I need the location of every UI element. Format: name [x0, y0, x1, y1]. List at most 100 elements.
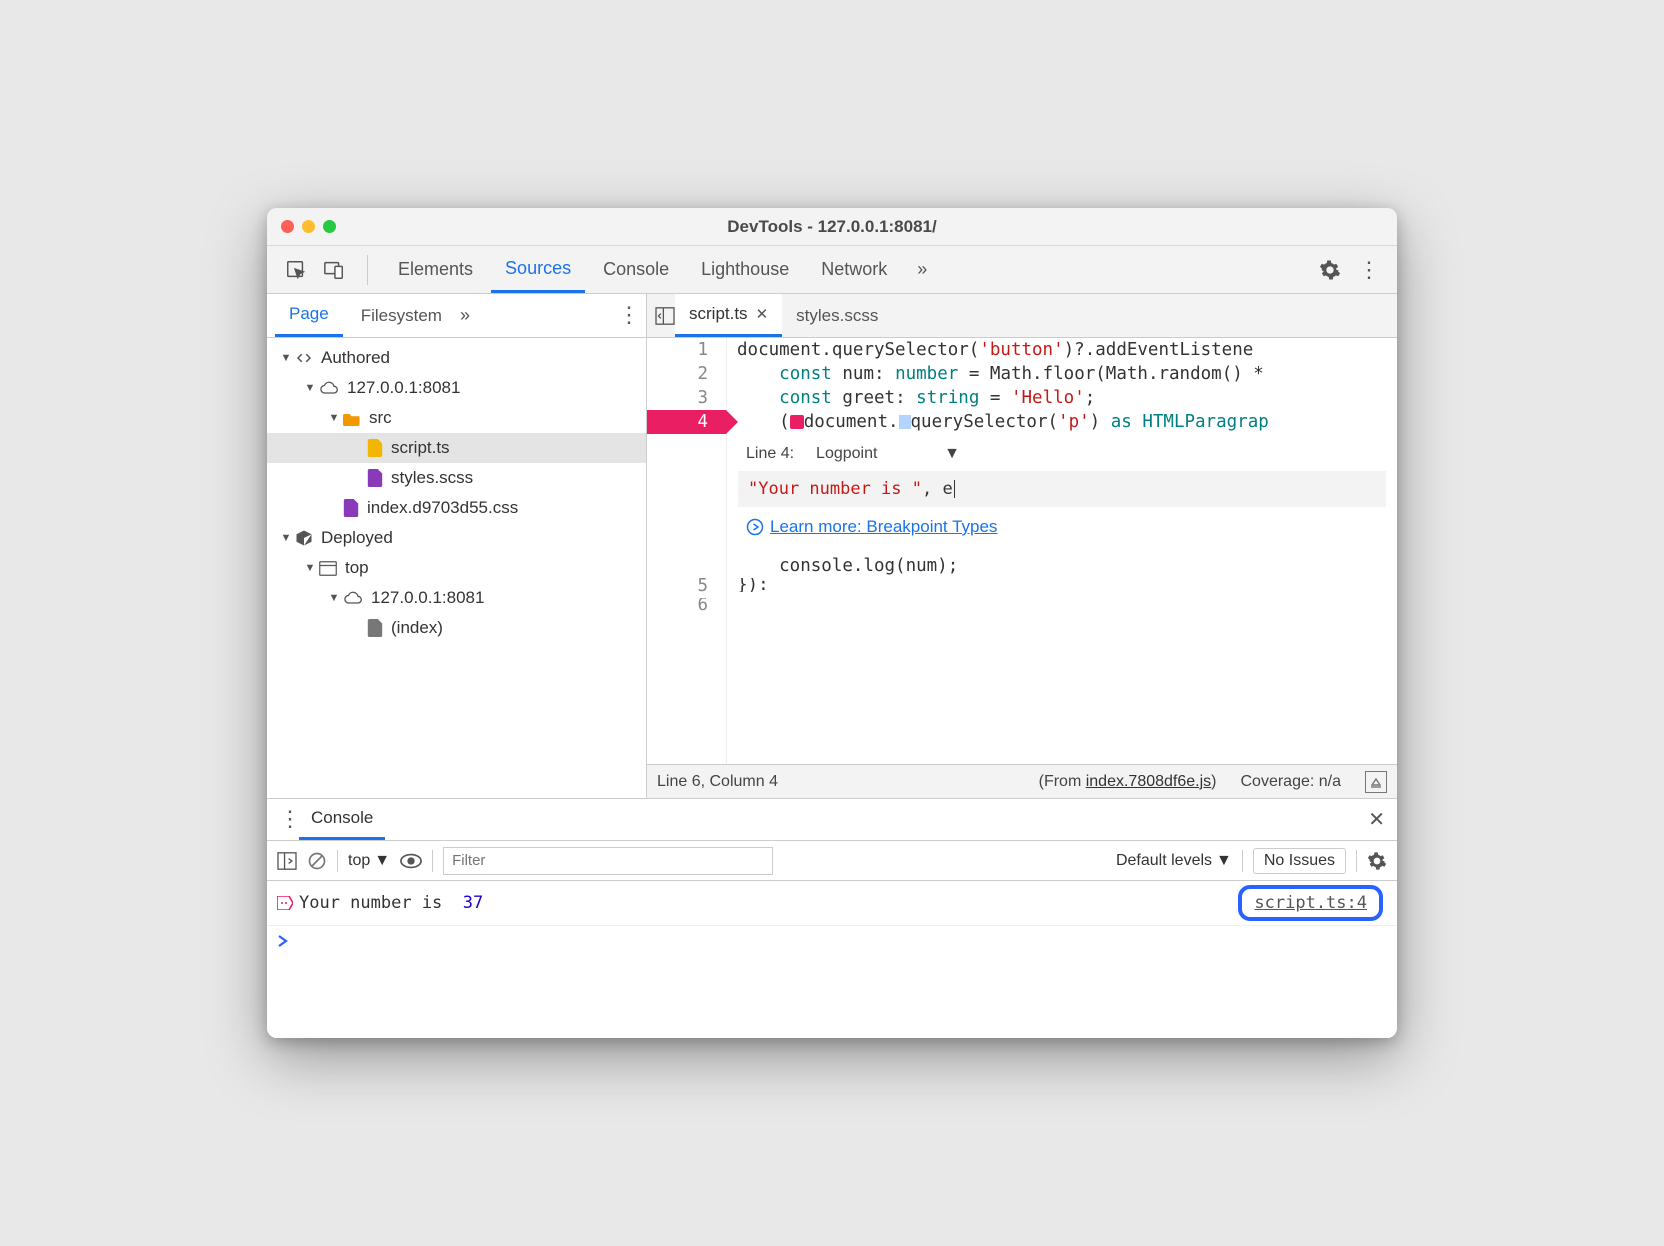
drawer-tab-console[interactable]: Console: [299, 799, 385, 840]
cursor-position: Line 6, Column 4: [657, 773, 778, 791]
sources-sidebar: Page Filesystem » ⋮ ▼ Authored ▼ 127.0.0…: [267, 294, 647, 798]
close-tab-icon[interactable]: ✕: [756, 305, 769, 323]
logpoint-line-label: Line 4:: [746, 445, 794, 463]
logpoint-line-number[interactable]: 4: [647, 410, 726, 434]
tree-label: 127.0.0.1:8081: [347, 378, 460, 398]
sidebar-tab-filesystem[interactable]: Filesystem: [347, 294, 456, 337]
file-icon: [367, 619, 383, 637]
close-drawer-icon[interactable]: ✕: [1368, 807, 1385, 832]
file-tab-styles-scss[interactable]: styles.scss: [782, 294, 892, 337]
panel-tabbar: Elements Sources Console Lighthouse Netw…: [267, 246, 1397, 294]
learn-more-link[interactable]: Learn more: Breakpoint Types: [770, 517, 997, 537]
line-number[interactable]: 6: [647, 598, 726, 612]
tab-network[interactable]: Network: [807, 246, 901, 293]
code-view[interactable]: document.querySelector('button')?.addEve…: [727, 338, 1397, 764]
code-line: document.querySelector('button')?.addEve…: [727, 338, 1397, 362]
window-minimize-button[interactable]: [302, 220, 315, 233]
editor-area: 1 2 3 4 5 6 document.querySelector('butt…: [647, 338, 1397, 764]
window-title: DevTools - 127.0.0.1:8081/: [267, 217, 1397, 237]
window-icon: [319, 561, 337, 576]
cloud-icon: [343, 591, 363, 605]
tree-label: Deployed: [321, 528, 393, 548]
tree-top[interactable]: ▼ top: [267, 553, 646, 583]
tree-folder-src[interactable]: ▼ src: [267, 403, 646, 433]
line-number[interactable]: 5: [647, 574, 726, 598]
cube-icon: [295, 529, 313, 547]
file-tab-label: styles.scss: [796, 306, 878, 326]
line-gutter[interactable]: 1 2 3 4 5 6: [647, 338, 727, 764]
code-line: (document.querySelector('p') as HTMLPara…: [727, 410, 1397, 434]
cloud-icon: [319, 381, 339, 395]
window-maximize-button[interactable]: [323, 220, 336, 233]
folder-icon: [343, 411, 361, 426]
tree-label: Authored: [321, 348, 390, 368]
sidebar-header: Page Filesystem » ⋮: [267, 294, 646, 338]
tree-file-script-ts[interactable]: script.ts: [267, 433, 646, 463]
file-tabs: script.ts ✕ styles.scss: [647, 294, 1397, 338]
tree-deployed-section[interactable]: ▼ Deployed: [267, 523, 646, 553]
coverage-info: Coverage: n/a: [1240, 773, 1341, 791]
code-line: const num: number = Math.floor(Math.rand…: [727, 362, 1397, 386]
sourcemap-link[interactable]: index.7808df6e.js: [1086, 773, 1211, 790]
code-line: const greet: string = 'Hello';: [727, 386, 1397, 410]
tree-label: src: [369, 408, 392, 428]
console-filter-input[interactable]: [443, 847, 773, 875]
css-file-icon: [343, 499, 359, 517]
console-body: Your number is 37 script.ts:4: [267, 881, 1397, 1038]
line-number[interactable]: 3: [647, 386, 726, 410]
logpoint-expression-input[interactable]: "Your number is ", e: [738, 471, 1386, 507]
tab-lighthouse[interactable]: Lighthouse: [687, 246, 803, 293]
console-source-link[interactable]: script.ts:4: [1254, 893, 1367, 913]
drawer-kebab-icon[interactable]: ⋮: [279, 808, 299, 831]
context-selector[interactable]: top ▼: [348, 852, 390, 870]
tree-file-styles-scss[interactable]: styles.scss: [267, 463, 646, 493]
logpoint-type-select[interactable]: Logpoint ▼: [816, 445, 960, 463]
file-tab-script-ts[interactable]: script.ts ✕: [675, 294, 782, 337]
kebab-menu-icon[interactable]: ⋮: [1351, 253, 1385, 287]
code-brackets-icon: [295, 349, 313, 367]
titlebar: DevTools - 127.0.0.1:8081/: [267, 208, 1397, 246]
sidebar-kebab-icon[interactable]: ⋮: [618, 304, 638, 327]
tree-label: styles.scss: [391, 468, 473, 488]
devtools-window: DevTools - 127.0.0.1:8081/ Elements Sour…: [267, 208, 1397, 1038]
console-log-row[interactable]: Your number is 37 script.ts:4: [267, 881, 1397, 926]
console-toolbar: top ▼ Default levels ▼ No Issues: [267, 841, 1397, 881]
more-sidebar-tabs-icon[interactable]: »: [460, 305, 470, 326]
body-area: Page Filesystem » ⋮ ▼ Authored ▼ 127.0.0…: [267, 294, 1397, 798]
editor-statusbar: Line 6, Column 4 (From index.7808df6e.js…: [647, 764, 1397, 798]
tree-host[interactable]: ▼ 127.0.0.1:8081: [267, 373, 646, 403]
clear-console-icon[interactable]: [307, 851, 327, 871]
tree-file-indexcss[interactable]: index.d9703d55.css: [267, 493, 646, 523]
console-message: Your number is 37: [299, 893, 1238, 913]
more-tabs-chevron-icon[interactable]: »: [905, 253, 939, 287]
tree-file-index[interactable]: (index): [267, 613, 646, 643]
tree-authored-section[interactable]: ▼ Authored: [267, 343, 646, 373]
logpoint-editor: Line 4: Logpoint ▼ "Your number is ", e …: [737, 440, 1387, 548]
tab-console[interactable]: Console: [589, 246, 683, 293]
show-coverage-icon[interactable]: [1365, 771, 1387, 793]
log-levels-select[interactable]: Default levels ▼: [1116, 852, 1232, 870]
line-number[interactable]: 2: [647, 362, 726, 386]
scss-file-icon: [367, 469, 383, 487]
code-line: }):: [727, 578, 1397, 592]
device-toolbar-icon[interactable]: [317, 253, 351, 287]
tab-sources[interactable]: Sources: [491, 246, 585, 293]
console-settings-gear-icon[interactable]: [1367, 851, 1387, 871]
toggle-sidebar-icon[interactable]: [277, 852, 297, 870]
tree-label: script.ts: [391, 438, 450, 458]
window-close-button[interactable]: [281, 220, 294, 233]
file-tab-label: script.ts: [689, 304, 748, 324]
ts-file-icon: [367, 439, 383, 457]
settings-gear-icon[interactable]: [1313, 253, 1347, 287]
toggle-navigator-icon[interactable]: [655, 307, 675, 325]
no-issues-button[interactable]: No Issues: [1253, 848, 1346, 874]
tree-host2[interactable]: ▼ 127.0.0.1:8081: [267, 583, 646, 613]
inspect-element-icon[interactable]: [279, 253, 313, 287]
sidebar-tab-page[interactable]: Page: [275, 294, 343, 337]
console-prompt[interactable]: [267, 926, 1397, 956]
line-number[interactable]: 1: [647, 338, 726, 362]
live-expression-icon[interactable]: [400, 853, 422, 869]
divider: [367, 255, 368, 285]
traffic-lights: [281, 220, 336, 233]
tab-elements[interactable]: Elements: [384, 246, 487, 293]
